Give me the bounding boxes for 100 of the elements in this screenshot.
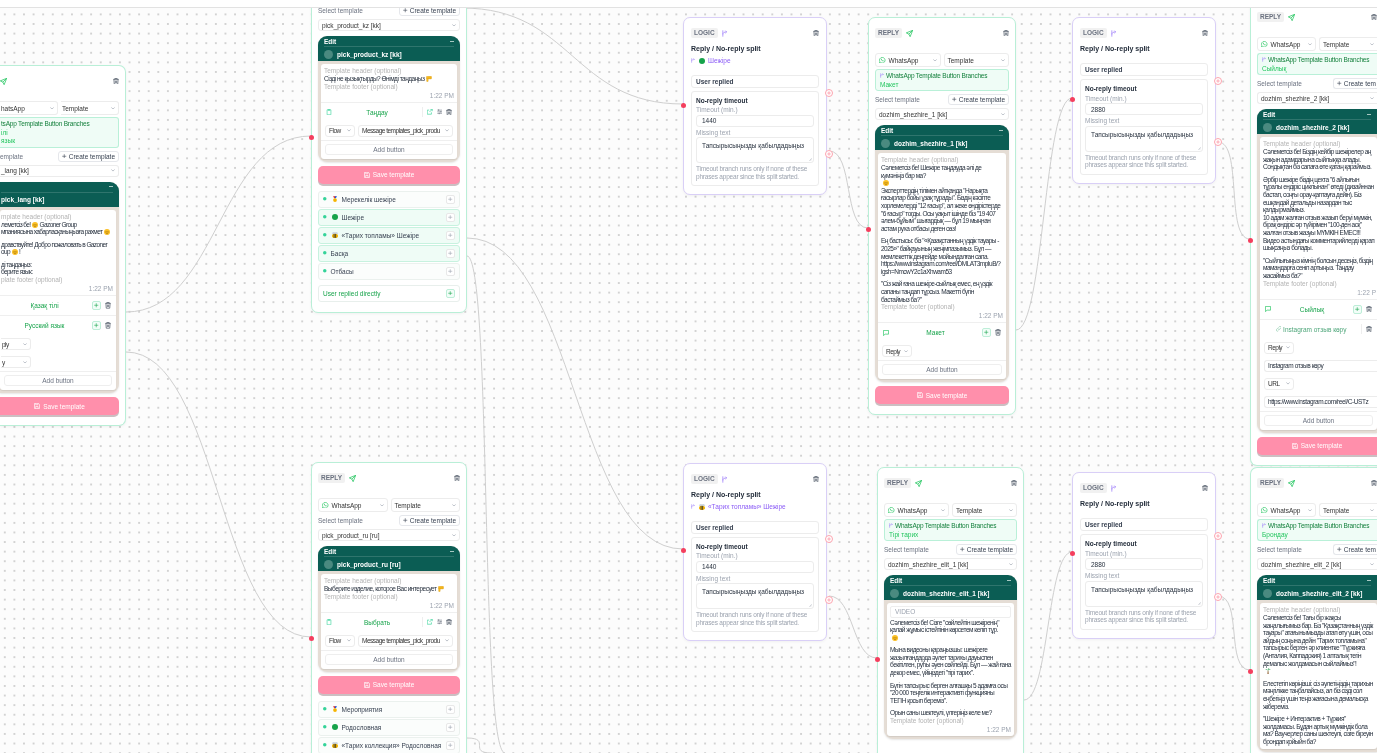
send-icon	[1288, 13, 1296, 21]
minimize-icon[interactable]	[450, 40, 454, 42]
add-connection-button[interactable]	[446, 288, 455, 298]
sliders-icon[interactable]	[436, 109, 442, 115]
chevron-icon	[452, 533, 456, 537]
chevron-icon	[1009, 508, 1013, 512]
trash-icon[interactable]	[113, 77, 119, 85]
branch-handle[interactable]	[1214, 138, 1222, 146]
chevron-icon	[1286, 382, 1290, 385]
trash-icon[interactable]	[1202, 484, 1208, 492]
plus-icon	[827, 151, 831, 156]
minimize-icon[interactable]	[450, 550, 454, 552]
trash-icon[interactable]	[446, 618, 452, 626]
trash-icon[interactable]	[1371, 13, 1377, 21]
smiley-icon	[882, 180, 889, 187]
plus-icon	[827, 597, 831, 602]
minimize-icon[interactable]	[1007, 579, 1011, 581]
send-icon	[915, 479, 923, 487]
send-icon	[0, 77, 7, 85]
phone-bubble-icon	[322, 501, 329, 509]
status-dot-icon	[323, 233, 327, 237]
save-icon	[1291, 442, 1298, 449]
branch-handle[interactable]	[1214, 77, 1222, 85]
smiley-icon	[891, 634, 898, 641]
branch-icon	[1262, 57, 1266, 63]
chevron-icon	[1001, 112, 1005, 116]
chevron-icon	[932, 58, 937, 62]
branch-handle[interactable]	[1214, 593, 1222, 601]
connection-handle[interactable]	[875, 656, 880, 662]
plus-icon	[984, 330, 989, 335]
trash-icon[interactable]	[1371, 479, 1377, 487]
avatar-icon	[324, 49, 333, 59]
trash-icon[interactable]	[1366, 325, 1372, 333]
trash-icon[interactable]	[813, 475, 819, 483]
add-connection-button[interactable]	[92, 301, 101, 311]
smiley-icon	[11, 249, 18, 256]
connection-handle[interactable]	[309, 635, 314, 641]
plus-icon	[448, 742, 453, 748]
trash-icon[interactable]	[454, 474, 460, 482]
connection-handle[interactable]	[1248, 668, 1253, 674]
plus-icon	[952, 97, 957, 102]
plus-icon	[1337, 81, 1342, 86]
connection-handle[interactable]	[309, 134, 314, 140]
trash-icon[interactable]	[1366, 305, 1372, 313]
plus-icon	[827, 536, 831, 541]
plus-icon	[448, 706, 453, 712]
status-dot-icon	[323, 725, 327, 729]
trash-icon[interactable]	[1202, 29, 1208, 37]
connection-handle[interactable]	[681, 547, 686, 553]
branch-handle[interactable]	[825, 149, 833, 158]
send-icon	[349, 474, 357, 482]
chevron-icon	[1308, 42, 1312, 46]
minimize-icon[interactable]	[999, 129, 1003, 131]
connection-handle[interactable]	[1070, 96, 1075, 102]
chevron-icon	[445, 639, 449, 642]
branch-handle[interactable]	[825, 595, 833, 604]
add-connection-button[interactable]	[1353, 304, 1362, 314]
connection-handle[interactable]	[1248, 237, 1253, 243]
branch-icon	[691, 58, 695, 64]
phone-bubble-icon	[1261, 506, 1268, 514]
status-dot-icon	[323, 215, 327, 219]
palm-tree-icon	[1264, 668, 1271, 675]
branch-handle[interactable]	[825, 88, 833, 97]
clipboard-icon	[326, 619, 332, 626]
trash-icon[interactable]	[105, 322, 111, 329]
chevron-icon	[1370, 42, 1374, 46]
chevron-icon	[50, 106, 54, 110]
plus-icon	[448, 232, 453, 238]
trash-icon[interactable]	[1011, 479, 1017, 487]
chevron-icon	[941, 508, 945, 512]
plus-icon	[960, 547, 965, 552]
phone-bubble-icon	[1261, 40, 1268, 48]
trash-icon[interactable]	[995, 329, 1001, 336]
trash-icon[interactable]	[446, 108, 452, 116]
plus-icon	[94, 323, 99, 328]
plus-icon	[62, 153, 67, 159]
plus-icon	[1337, 547, 1342, 552]
minimize-icon[interactable]	[1367, 579, 1371, 581]
branch-icon	[1262, 523, 1266, 529]
trash-icon[interactable]	[105, 302, 111, 309]
connection-handle[interactable]	[681, 102, 686, 108]
branch-handle[interactable]	[825, 534, 833, 543]
plus-icon	[448, 250, 453, 256]
smiley-icon	[32, 221, 39, 228]
branch-icon	[721, 29, 728, 37]
add-connection-button[interactable]	[982, 328, 991, 338]
trash-icon[interactable]	[1003, 29, 1009, 37]
avatar-icon	[324, 559, 333, 569]
trash-icon[interactable]	[813, 29, 819, 37]
chevron-icon	[347, 129, 351, 132]
avatar-icon	[1263, 122, 1272, 132]
chat-bubble-icon	[1265, 306, 1271, 312]
connection-handle[interactable]	[1070, 550, 1075, 556]
add-connection-button[interactable]	[92, 321, 101, 331]
connection-handle[interactable]	[866, 226, 871, 232]
chevron-icon	[1370, 508, 1374, 512]
plus-icon	[827, 90, 831, 95]
minimize-icon[interactable]	[1367, 113, 1371, 115]
sliders-icon[interactable]	[436, 619, 442, 625]
branch-handle[interactable]	[1214, 532, 1222, 540]
